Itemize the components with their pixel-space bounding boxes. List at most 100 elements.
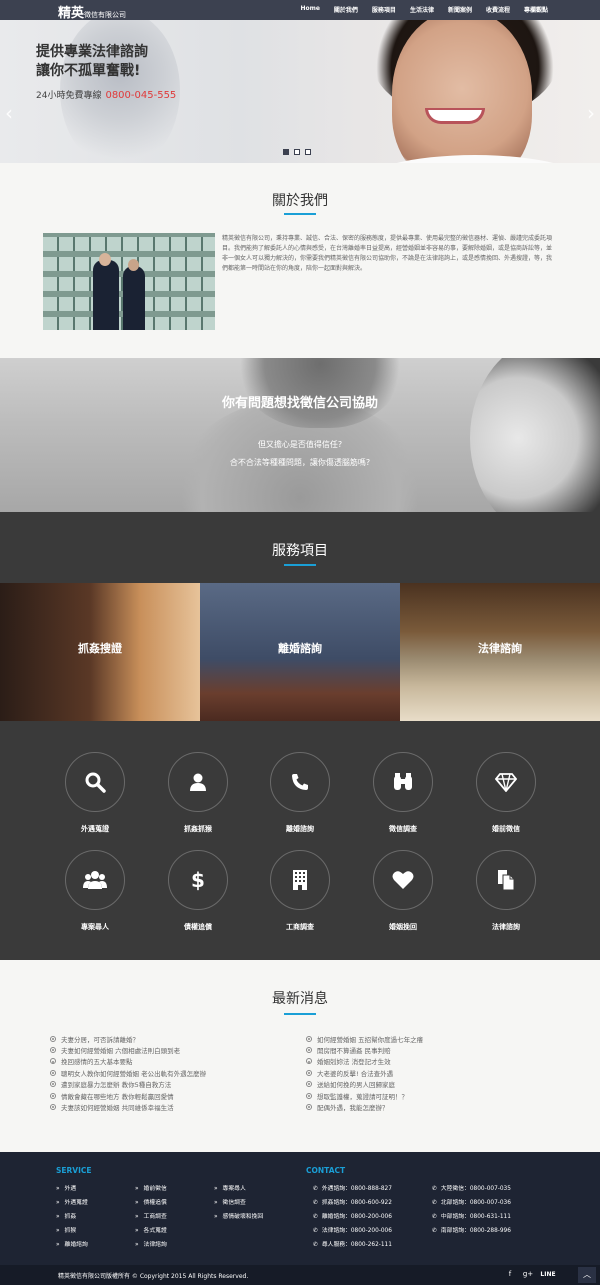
banner-line2: 合不合法等種種問題，讓你傷透腦筋嗎? <box>229 458 371 467</box>
news-item[interactable]: 如何經營婚姻 五招幫你度過七年之癢 <box>306 1033 556 1044</box>
footer-link[interactable]: » 法律諮詢 <box>135 1239 167 1248</box>
news-item[interactable]: 聰明女人教你如何經營婚姻 老公出軌有外遇怎麼辦 <box>50 1067 300 1078</box>
chevron-right-icon: » <box>56 1228 60 1234</box>
news-item[interactable]: 配偶外遇，我能怎麼辦？ <box>306 1101 556 1112</box>
news-item[interactable]: 婚姻剋妳法 消登記才生效 <box>306 1056 556 1067</box>
logo-main-text: 精英 <box>58 6 85 21</box>
news-item[interactable]: 想取監護權，蒐證請可証明！？ <box>306 1090 556 1101</box>
footer-link[interactable]: » 婚前徵信 <box>135 1183 167 1192</box>
footer-service-heading: SERVICE <box>56 1166 92 1175</box>
service-missing-person[interactable]: 專案尋人 <box>45 850 145 932</box>
service-icon-label: 徵信調查 <box>389 825 417 833</box>
footer-phone[interactable]: ✆ 中部諮詢：0800-631-111 <box>432 1211 511 1220</box>
hero-title-line1: 提供專業法律諮詢 <box>36 44 148 60</box>
chevron-right-icon: » <box>56 1242 60 1248</box>
group-icon <box>65 850 125 910</box>
google-plus-icon[interactable]: g+ <box>521 1268 535 1281</box>
facebook-icon[interactable]: f <box>503 1268 517 1281</box>
about-text: 精英徵信有限公司，秉持專業、誠信、合法、保密的服務態度，提供最專業、使用最完整的… <box>222 235 553 272</box>
nav-columns[interactable]: 專欄觀點 <box>524 5 548 14</box>
nav-home[interactable]: Home <box>300 5 319 14</box>
binoculars-icon <box>373 752 433 812</box>
nav-news-cases[interactable]: 新聞案例 <box>448 5 472 14</box>
news-item[interactable]: 送給如何挽的男人回歸家庭 <box>306 1079 556 1090</box>
service-icon-label: 外遇蒐證 <box>81 825 109 833</box>
slider-next-arrow[interactable]: › <box>584 102 598 124</box>
news-item[interactable]: 大老婆的反擊! 合法查外遇 <box>306 1067 556 1078</box>
footer-phone[interactable]: ✆ 尋人服務：0800-262-111 <box>313 1239 392 1248</box>
footer-link[interactable]: » 債權追償 <box>135 1197 167 1206</box>
news-item[interactable]: 挽回感情的五大基本要點 <box>50 1056 300 1067</box>
footer-link[interactable]: » 離婚諮詢 <box>56 1239 88 1248</box>
news-item[interactable]: 情敵會藏在哪些地方 教你輕鬆贏回愛情 <box>50 1090 300 1101</box>
service-debt-recovery[interactable]: $ 債權追償 <box>148 850 248 932</box>
banner-title: 你有問題想找徵信公司協助 <box>221 396 378 411</box>
hero-title: 提供專業法律諮詢 讓你不孤單奮戰! <box>36 43 148 81</box>
footer-phone[interactable]: ✆ 抓姦諮詢：0800-600-922 <box>313 1197 392 1206</box>
nav-services[interactable]: 服務項目 <box>372 5 396 14</box>
circle-bullet-icon <box>306 1081 312 1088</box>
news-item[interactable]: 夫妻分居，可否訴請離婚？ <box>50 1033 300 1044</box>
phone-icon: ✆ <box>313 1214 318 1220</box>
footer-phone[interactable]: ✆ 外遇諮詢：0800-888-827 <box>313 1183 392 1192</box>
footer-link[interactable]: » 工商調查 <box>135 1211 167 1220</box>
service-catch-cheating[interactable]: 抓姦抓猴 <box>148 752 248 834</box>
service-icon-label: 婚前徵信 <box>492 825 520 833</box>
nav-about[interactable]: 關於我們 <box>334 5 358 14</box>
phone-icon: ✆ <box>432 1228 437 1234</box>
footer-link[interactable]: » 徵信調查 <box>214 1197 246 1206</box>
service-affair-evidence[interactable]: 外遇蒐證 <box>45 752 145 834</box>
chevron-right-icon: » <box>214 1214 218 1220</box>
question-banner <box>0 358 600 512</box>
service-premarital[interactable]: 婚前徵信 <box>456 752 556 834</box>
slider-dot-2[interactable] <box>294 149 300 155</box>
service-divorce-consult[interactable]: 離婚諮詢 <box>250 752 350 834</box>
footer-phone[interactable]: ✆ 北部諮詢：0800-007-036 <box>432 1197 511 1206</box>
footer-link[interactable]: » 各式蒐證 <box>135 1225 167 1234</box>
logo[interactable]: 精英徵信有限公司 <box>58 2 126 21</box>
phone-icon: ✆ <box>313 1186 318 1192</box>
footer-link[interactable]: » 抓猴 <box>56 1225 76 1234</box>
footer-phone[interactable]: ✆ 南部諮詢：0800-288-996 <box>432 1225 511 1234</box>
news-item[interactable]: 夫妻該如何經營婚姻 共同維係幸福生活 <box>50 1101 300 1112</box>
back-to-top-button[interactable]: ︿ <box>578 1267 596 1283</box>
chevron-right-icon: » <box>135 1214 139 1220</box>
footer-phone[interactable]: ✆ 法律諮詢：0800-200-006 <box>313 1225 392 1234</box>
nav-life-law[interactable]: 生活法律 <box>410 5 434 14</box>
service-tile-surveillance[interactable]: 抓姦搜證 <box>0 583 200 721</box>
line-icon[interactable]: LINE <box>539 1268 557 1281</box>
slider-dot-1[interactable] <box>283 149 289 155</box>
service-business-investigation[interactable]: 工商調查 <box>250 850 350 932</box>
footer-link[interactable]: » 抓姦 <box>56 1211 76 1220</box>
copyright-text: 精英徵信有限公司版權所有 © Copyright 2015 All Rights… <box>58 1273 249 1280</box>
circle-bullet-icon <box>50 1081 56 1088</box>
service-tile-divorce[interactable]: 離婚諮詢 <box>200 583 400 721</box>
hotline-number[interactable]: 0800-045-555 <box>105 90 176 101</box>
banner-line1: 但又擔心是否值得信任? <box>257 440 343 449</box>
service-icon-label: 婚姻挽回 <box>389 923 417 931</box>
hero-woman-face <box>392 20 532 163</box>
footer-phone[interactable]: ✆ 離婚諮詢：0800-200-006 <box>313 1211 392 1220</box>
footer-phone[interactable]: ✆ 大陸徵信：0800-007-035 <box>432 1183 511 1192</box>
news-item[interactable]: 遭到家庭暴力怎麼辦 教你5種自救方法 <box>50 1079 300 1090</box>
news-item[interactable]: 開房間不算通姦 民事判賠 <box>306 1044 556 1055</box>
footer-link[interactable]: » 外遇 <box>56 1183 76 1192</box>
service-investigation[interactable]: 徵信調查 <box>353 752 453 834</box>
service-legal-consult[interactable]: 法律諮詢 <box>456 850 556 932</box>
footer-link[interactable]: » 外遇蒐證 <box>56 1197 88 1206</box>
chevron-right-icon: » <box>135 1228 139 1234</box>
service-tile-legal[interactable]: 法律諮詢 <box>400 583 600 721</box>
footer-link[interactable]: » 專案尋人 <box>214 1183 246 1192</box>
slider-dot-3[interactable] <box>305 149 311 155</box>
news-list-left: 夫妻分居，可否訴請離婚？ 夫妻如何經營婚姻 六個相處法則白頭到老 挽回感情的五大… <box>50 1033 300 1113</box>
services-title-underline <box>284 564 316 566</box>
footer-link[interactable]: » 感情破壞和挽回 <box>214 1211 263 1220</box>
service-icon-label: 法律諮詢 <box>492 923 520 931</box>
slider-prev-arrow[interactable]: ‹ <box>2 102 16 124</box>
service-marriage-recovery[interactable]: 婚姻挽回 <box>353 850 453 932</box>
nav-fees[interactable]: 收費流程 <box>486 5 510 14</box>
circle-bullet-icon <box>50 1069 56 1076</box>
tile-label: 離婚諮詢 <box>278 642 322 655</box>
news-item[interactable]: 夫妻如何經營婚姻 六個相處法則白頭到老 <box>50 1044 300 1055</box>
circle-bullet-icon <box>50 1092 56 1099</box>
